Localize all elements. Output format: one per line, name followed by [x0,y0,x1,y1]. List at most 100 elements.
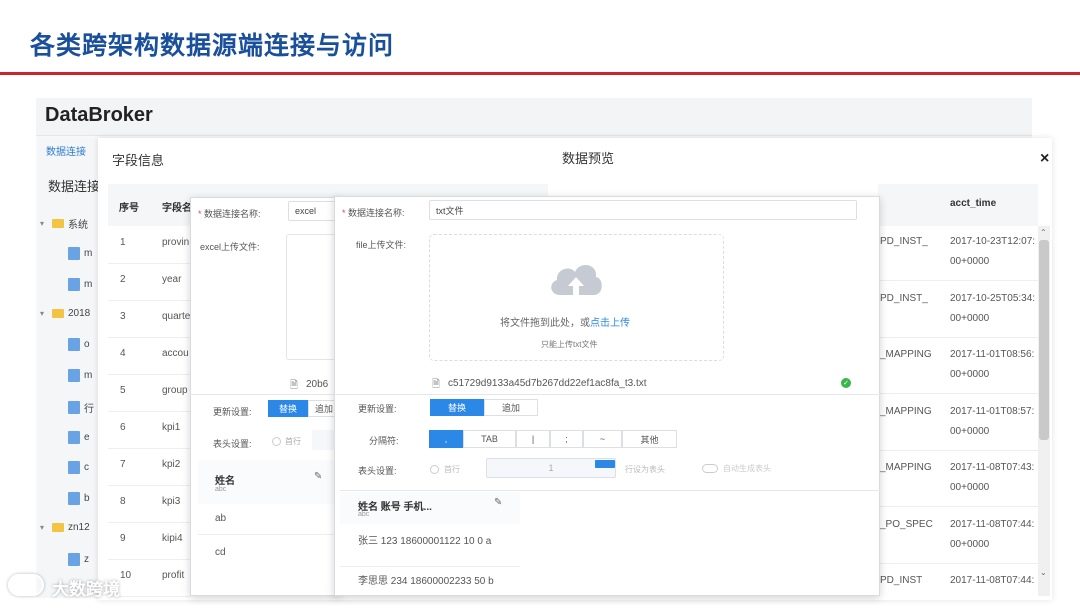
preview-time: 2017-11-01T08:57: [950,405,1035,417]
data-source-icon [68,338,80,351]
tree-folder[interactable]: ▾ zn12 [40,522,90,533]
txt-row-divider [340,566,520,567]
preview-row-divider [878,506,1038,507]
separator-option-button[interactable]: ; [550,430,583,448]
tree-item-label: zn12 [68,522,90,533]
field-row-no: 4 [120,348,126,359]
txt-append-button[interactable]: 追加 [484,399,538,416]
click-upload-link[interactable]: 点击上传 [590,318,630,329]
chevron-down-icon[interactable]: ▾ [40,523,48,532]
tree-item[interactable]: m [68,247,92,260]
tree-item[interactable]: 行 [68,400,94,415]
chevron-down-icon[interactable]: ▾ [40,219,48,228]
txt-first-row-radio[interactable]: 首行 [430,464,460,475]
excel-data-row: cd [215,547,226,558]
txt-name-input[interactable]: txt文件 [429,200,857,220]
preview-timezone: 00+0000 [950,312,990,324]
field-row-divider [108,411,190,412]
stepper-up-icon[interactable] [595,460,615,468]
preview-time: 2017-10-23T12:07: [950,236,1036,247]
field-row-no: 9 [120,533,126,544]
excel-header-label: 表头设置: [213,439,252,449]
preview-timezone: 00+0000 [950,482,990,493]
preview-timezone: 00+0000 [950,369,990,380]
preview-scroll-thumb[interactable] [1039,240,1049,440]
excel-upload-area[interactable] [286,234,336,360]
txt-file-name[interactable]: c51729d9133a45d7b267dd22ef1ac8fa_t3.txt [448,378,647,389]
data-source-icon [68,401,80,414]
field-row-divider [108,300,190,301]
txt-update-label: 更新设置: [358,404,397,414]
close-icon[interactable]: × [1040,150,1049,168]
preview-time: 2017-11-08T07:44: [950,518,1035,530]
watermark-text: 大数跨境 [52,580,120,599]
data-source-icon [68,431,80,444]
watermark-logo [8,574,44,596]
preview-row-divider [878,449,1038,451]
tree-item-label: 系统 [68,220,88,231]
separator-option-button[interactable]: 其他 [622,430,677,448]
field-row-no: 3 [120,311,126,322]
excel-first-row-radio[interactable]: 首行 [272,436,301,447]
field-col-name: 字段名 [162,203,192,214]
tree-item[interactable]: e [68,431,90,444]
excel-data-row: ab [215,513,227,524]
excel-replace-button[interactable]: 替换 [268,400,308,417]
scroll-down-icon[interactable]: ⌄ [1040,568,1047,577]
tree-item[interactable]: m [68,369,92,382]
app-brand: DataBroker [45,104,153,126]
tree-item[interactable]: m [68,278,92,291]
txt-upload-label: file上传文件: [356,240,407,250]
field-row-name: provin [162,237,190,248]
field-info-title: 字段信息 [112,153,165,168]
data-source-icon [68,553,80,566]
excel-col-header: 姓名 [215,476,235,487]
txt-preview-divider [340,490,880,491]
tree-item[interactable]: b [68,492,90,505]
excel-name-label: * 数据连接名称: [198,209,261,219]
txt-replace-button[interactable]: 替换 [430,399,484,416]
field-row-no: 1 [120,237,126,248]
separator-option-button[interactable]: TAB [463,430,516,448]
tree-item[interactable]: c [68,461,89,474]
excel-divider [190,394,340,395]
preview-time: 2017-11-01T08:56: [950,349,1035,360]
txt-header-row-suffix: 行设为表头 [625,465,665,474]
field-row-divider [108,596,190,597]
tree-folder[interactable]: ▾ 系统 [40,216,88,231]
tree-item-label: 行 [84,404,94,415]
cloud-upload-icon [551,264,602,295]
tree-item[interactable]: o [68,338,90,351]
preview-cell: _MAPPING [880,462,932,473]
tree-item-label: b [84,493,90,504]
sidebar-tab-connections[interactable]: 数据连接 [46,143,86,158]
preview-row-divider [878,280,1038,281]
excel-edit-icon[interactable]: ✎ [314,471,322,482]
chevron-down-icon[interactable]: ▾ [40,309,48,318]
tree-item-label: z [84,554,89,565]
tree-item[interactable]: z [68,553,89,566]
preview-row-divider [878,336,1038,338]
separator-option-button[interactable]: , [429,430,463,448]
field-row-no: 7 [120,459,126,470]
preview-row-divider [878,393,1038,394]
data-source-icon [68,278,80,291]
excel-file-name[interactable]: 20b6 [306,379,328,390]
scroll-up-icon[interactable]: ⌃ [1040,228,1047,237]
preview-time: 2017-11-08T07:43: [950,462,1035,473]
preview-time: 2017-10-25T05:34: [950,292,1036,304]
preview-col-acct-time: acct_time [950,198,997,209]
field-row-no: 8 [120,496,126,507]
field-row-divider [108,263,190,264]
data-source-icon [68,369,80,382]
txt-edit-icon[interactable]: ✎ [494,497,502,508]
separator-option-button[interactable]: ~ [583,430,622,448]
folder-icon [52,309,64,318]
field-row-divider [108,448,190,449]
auto-header-toggle[interactable]: 自动生成表头 [702,463,771,474]
excel-name-input[interactable]: excel [288,201,336,221]
separator-option-button[interactable]: | [516,430,550,448]
tree-folder[interactable]: ▾ 2018 [40,308,90,319]
txt-header-label: 表头设置: [358,466,397,476]
excel-upload-label: excel上传文件: [200,242,260,252]
